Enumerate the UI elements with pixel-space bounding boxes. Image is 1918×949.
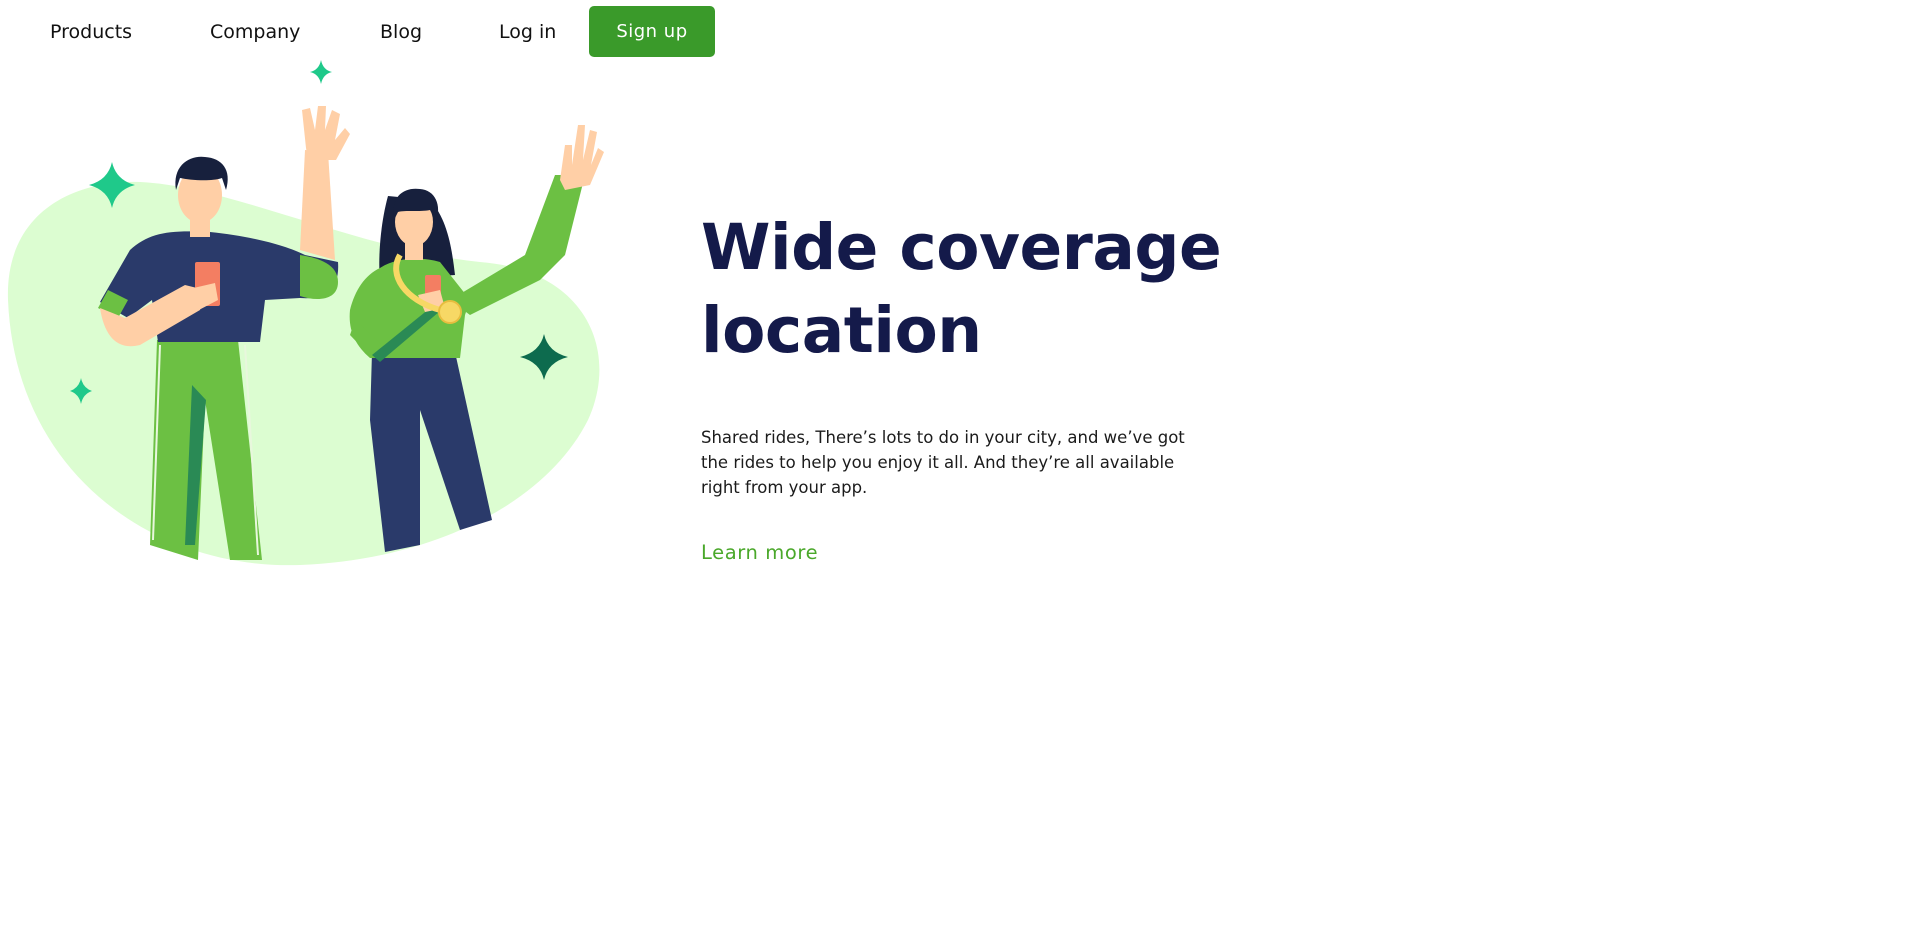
learn-more-link[interactable]: Learn more <box>701 541 818 564</box>
hero-headline: Wide coverage location <box>701 211 1222 367</box>
nav-link-blog[interactable]: Blog <box>380 6 422 58</box>
signup-button[interactable]: Sign up <box>589 6 715 57</box>
nav-link-company[interactable]: Company <box>210 6 300 58</box>
top-nav: Products Company Blog Log in Sign up <box>0 6 760 58</box>
sparkle-icon <box>310 60 332 84</box>
page: Products Company Blog Log in Sign up Wid… <box>0 0 1918 949</box>
nav-link-products[interactable]: Products <box>50 6 132 58</box>
hero-description: Shared rides, There’s lots to do in your… <box>701 428 1185 497</box>
hero-illustration <box>7 60 604 566</box>
login-link[interactable]: Log in <box>499 6 556 58</box>
